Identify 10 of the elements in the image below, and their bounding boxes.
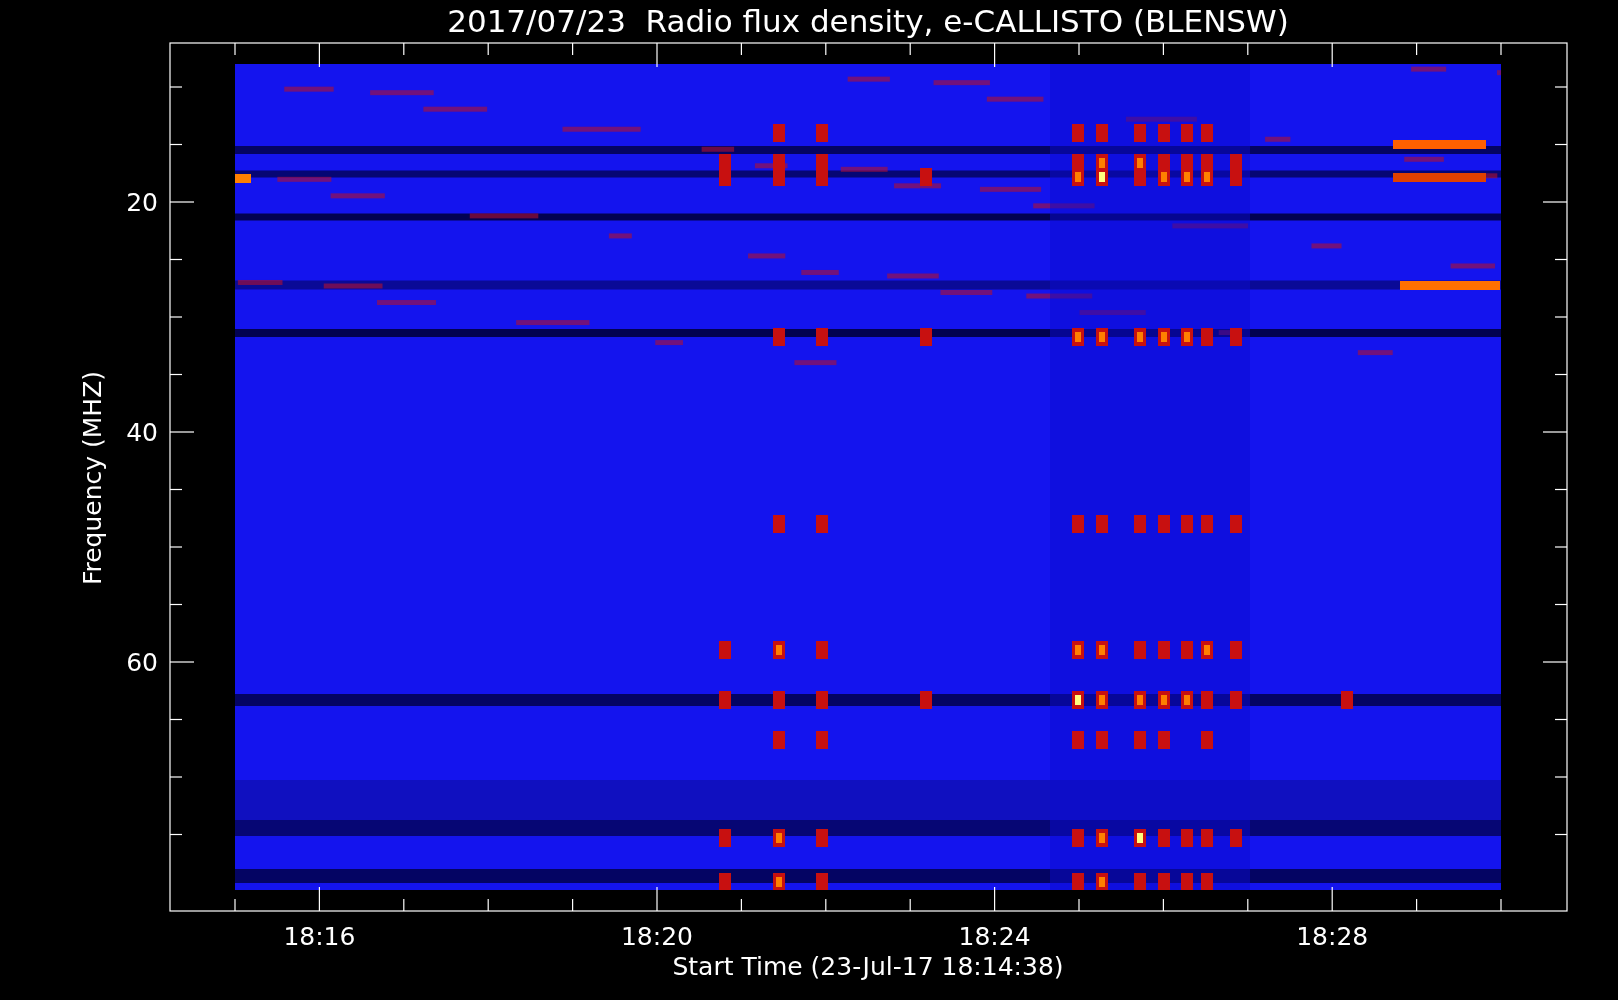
axis-tick-label: 20 <box>126 188 158 217</box>
axis-tick-label: 18:24 <box>958 922 1031 951</box>
y-axis-title: Frequency (MHZ) <box>78 370 107 586</box>
axis-tick-label: 18:28 <box>1296 922 1369 951</box>
x-axis-title: Start Time (23-Jul-17 18:14:38) <box>672 952 1064 981</box>
axis-tick-label: 60 <box>126 648 158 677</box>
axis-tick-label: 40 <box>126 418 158 447</box>
axis-tick-label: 18:16 <box>283 922 356 951</box>
axis-tick-label: 18:20 <box>621 922 693 951</box>
chart-title: 2017/07/23 Radio flux density, e-CALLISTO (BLENSW) <box>447 3 1289 39</box>
